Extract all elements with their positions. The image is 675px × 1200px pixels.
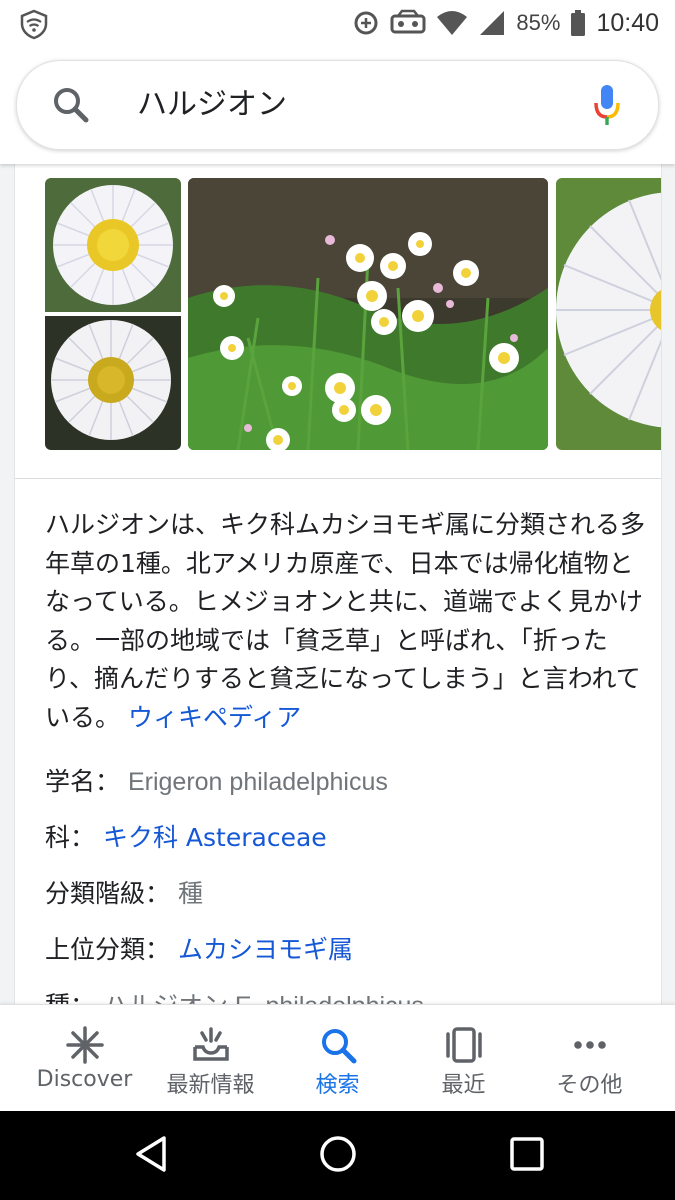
vr-headset-icon — [390, 9, 426, 34]
fact-family: 科： キク科 Asteraceae — [45, 816, 645, 872]
battery-percentage: 85% — [516, 10, 561, 35]
asterisk-icon — [65, 1026, 104, 1064]
fact-link[interactable]: キク科 Asteraceae — [103, 823, 327, 852]
fact-label: 科： — [45, 823, 96, 852]
nav-label: 最近 — [441, 1073, 486, 1098]
wifi-icon — [437, 11, 468, 35]
knowledge-panel: ハルジオンは、キク科ムカシヨモギ属に分類される多年草の1種。北アメリカ原産で、日… — [14, 164, 662, 1014]
nav-recent[interactable]: 最近 — [396, 1005, 531, 1111]
bottom-navigation: Discover 最新情報 検索 最近 その他 — [0, 1004, 675, 1111]
description: ハルジオンは、キク科ムカシヨモギ属に分類される多年草の1種。北アメリカ原産で、日… — [45, 506, 645, 737]
microphone-icon[interactable] — [592, 81, 622, 131]
search-icon — [321, 1029, 356, 1064]
system-navigation-bar — [0, 1110, 675, 1200]
data-saver-icon — [354, 11, 378, 35]
nav-label: その他 — [556, 1073, 623, 1098]
fact-label: 上位分類： — [45, 935, 171, 964]
cell-signal-icon — [480, 11, 505, 35]
battery-icon — [571, 10, 586, 36]
search-icon[interactable] — [49, 83, 93, 127]
nav-label: 検索 — [315, 1073, 360, 1098]
more-horizontal-icon — [573, 1041, 606, 1049]
nav-label: Discover — [36, 1067, 133, 1092]
nav-search[interactable]: 検索 — [270, 1005, 405, 1111]
search-query[interactable]: ハルジオン — [137, 83, 287, 127]
fact-rank: 分類階級： 種 — [45, 872, 645, 928]
flower-closeup-image[interactable] — [556, 178, 661, 450]
home-icon[interactable] — [318, 1134, 358, 1174]
status-bar: 85% 10:40 — [0, 0, 675, 46]
nav-label: 最新情報 — [166, 1073, 255, 1098]
search-bar[interactable]: ハルジオン — [16, 60, 659, 150]
shield-icon — [20, 9, 48, 40]
nav-updates[interactable]: 最新情報 — [143, 1005, 278, 1111]
description-text: ハルジオンは、キク科ムカシヨモギ属に分類される多年草の1種。北アメリカ原産で、日… — [45, 510, 646, 732]
flower-field-image[interactable] — [188, 178, 548, 450]
nav-discover[interactable]: Discover — [17, 1005, 152, 1111]
wikipedia-link[interactable]: ウィキペディア — [128, 703, 301, 732]
back-icon[interactable] — [132, 1134, 172, 1174]
fact-parent-taxon: 上位分類： ムカシヨモギ属 — [45, 928, 645, 984]
updates-tray-icon — [192, 1027, 229, 1061]
clock: 10:40 — [596, 8, 659, 37]
fact-value: Erigeron philadelphicus — [127, 768, 388, 796]
overview-icon[interactable] — [507, 1134, 547, 1174]
fact-scientific-name: 学名： Erigeron philadelphicus — [45, 760, 645, 816]
fact-link[interactable]: ムカシヨモギ属 — [178, 935, 353, 964]
nav-more[interactable]: その他 — [522, 1005, 657, 1111]
divider — [15, 478, 661, 479]
facts-list: 学名： Erigeron philadelphicus 科： キク科 Aster… — [45, 760, 645, 1014]
image-carousel[interactable] — [15, 178, 661, 450]
fact-value: 種 — [177, 880, 203, 908]
fact-label: 学名： — [45, 767, 121, 796]
flower-image-top[interactable] — [45, 178, 181, 312]
recent-cards-icon — [445, 1027, 482, 1063]
search-header: ハルジオン — [0, 46, 675, 164]
flower-image-bottom[interactable] — [45, 316, 181, 450]
fact-label: 分類階級： — [45, 879, 171, 908]
